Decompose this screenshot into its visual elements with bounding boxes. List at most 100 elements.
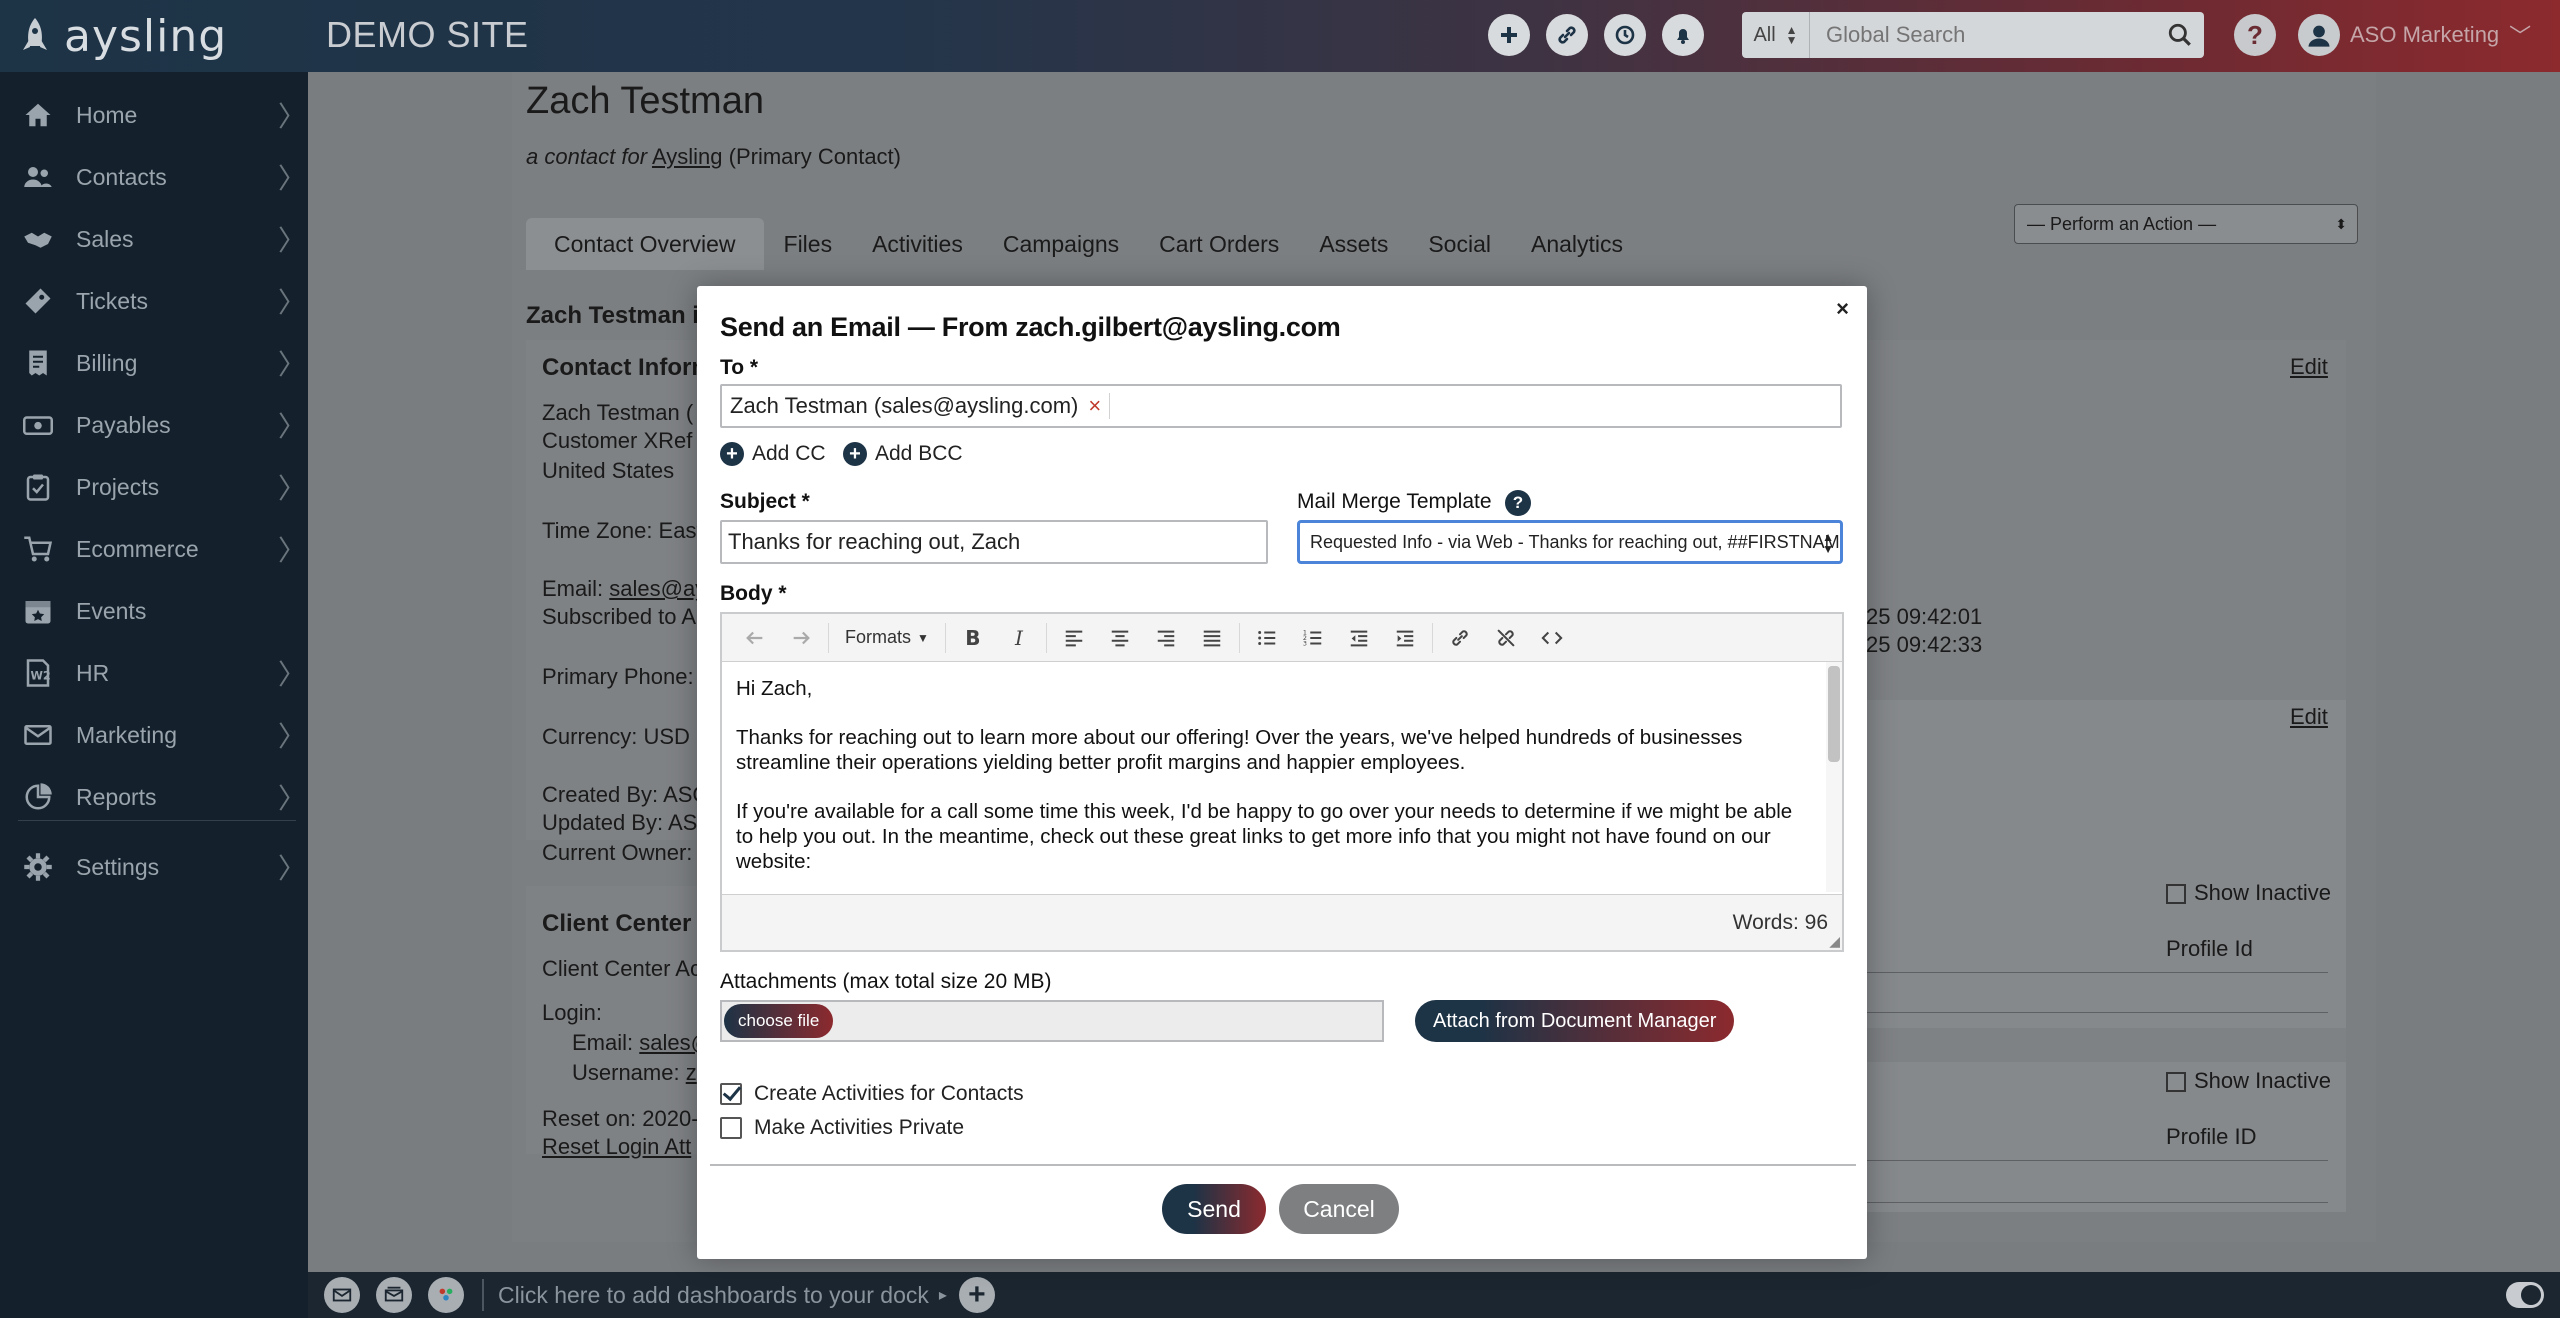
add-dashboard-link[interactable]: Click here to add dashboards to your doc… <box>498 1282 929 1309</box>
numbered-list-icon[interactable]: 123 <box>1290 618 1336 658</box>
email-link[interactable]: sales@ay <box>609 576 706 601</box>
add-bcc-button[interactable]: + Add BCC <box>843 442 963 466</box>
sidebar-item-hr[interactable]: W2 HR 〉 <box>0 644 308 702</box>
client-center-access: Client Center Ac <box>542 956 701 981</box>
palette-icon[interactable] <box>428 1277 464 1313</box>
resize-handle-icon[interactable]: ◢ <box>1829 933 1840 950</box>
sidebar-item-home[interactable]: Home 〉 <box>0 86 308 144</box>
create-activities-checkbox[interactable] <box>720 1083 742 1105</box>
bold-icon[interactable]: B <box>950 618 996 658</box>
sidebar-item-settings[interactable]: Settings 〉 <box>0 838 308 896</box>
search-scope-select[interactable]: All ▲ ▼ <box>1742 12 1810 58</box>
remove-recipient-icon[interactable]: × <box>1088 393 1101 419</box>
chevron-right-icon: 〉 <box>278 162 307 195</box>
help-icon[interactable]: ? <box>2234 14 2276 56</box>
unlink-icon[interactable] <box>1483 618 1529 658</box>
help-icon[interactable]: ? <box>1505 490 1531 516</box>
tab-analytics[interactable]: Analytics <box>1511 218 1643 270</box>
sidebar-item-reports[interactable]: Reports 〉 <box>0 768 308 826</box>
sidebar-item-label: Settings <box>76 853 160 880</box>
sidebar-item-label: Sales <box>76 225 134 252</box>
sidebar-item-billing[interactable]: Billing 〉 <box>0 334 308 392</box>
tab-campaigns[interactable]: Campaigns <box>983 218 1139 270</box>
sidebar-item-events[interactable]: Events <box>0 582 308 640</box>
plus-circle-icon: + <box>843 442 867 466</box>
subject-label: Subject * <box>720 490 810 513</box>
tab-assets[interactable]: Assets <box>1299 218 1408 270</box>
show-inactive-label: Show Inactive <box>2194 880 2331 905</box>
tab-cart-orders[interactable]: Cart Orders <box>1139 218 1299 270</box>
sidebar-item-ecommerce[interactable]: Ecommerce 〉 <box>0 520 308 578</box>
add-dashboard-icon[interactable]: + <box>958 1277 995 1313</box>
checkbox[interactable] <box>2166 1072 2186 1093</box>
formats-dropdown[interactable]: Formats ▼ <box>833 618 941 658</box>
close-icon[interactable]: × <box>1836 296 1849 322</box>
show-inactive-toggle[interactable]: Show Inactive <box>2166 1068 2331 1094</box>
tab-activities[interactable]: Activities <box>852 218 983 270</box>
align-center-icon[interactable] <box>1097 618 1143 658</box>
edit-link[interactable]: Edit <box>2290 704 2328 730</box>
tab-files[interactable]: Files <box>764 218 853 270</box>
company-link[interactable]: Aysling <box>652 144 723 169</box>
source-code-icon[interactable] <box>1529 618 1575 658</box>
outdent-icon[interactable] <box>1336 618 1382 658</box>
sidebar-item-projects[interactable]: Projects 〉 <box>0 458 308 516</box>
bullet-list-icon[interactable] <box>1244 618 1290 658</box>
calendar-icon <box>22 595 54 627</box>
edit-link[interactable]: Edit <box>2290 354 2328 380</box>
sidebar-item-marketing[interactable]: Marketing 〉 <box>0 706 308 764</box>
mail-merge-template-select[interactable]: Requested Info - via Web - Thanks for re… <box>1297 520 1843 564</box>
private-activities-option[interactable]: Make Activities Private <box>720 1116 964 1140</box>
undo-icon[interactable] <box>732 618 778 658</box>
tab-social[interactable]: Social <box>1408 218 1511 270</box>
brand-logo[interactable]: aysling <box>20 11 227 62</box>
link-icon[interactable] <box>1437 618 1483 658</box>
money-icon <box>22 409 54 441</box>
redo-icon[interactable] <box>778 618 824 658</box>
updown-arrow-icon: ▲ ▼ <box>1785 23 1798 47</box>
envelope-icon[interactable] <box>324 1277 360 1313</box>
sidebar-item-contacts[interactable]: Contacts 〉 <box>0 148 308 206</box>
show-inactive-toggle[interactable]: Show Inactive <box>2166 880 2331 906</box>
sidebar-item-tickets[interactable]: Tickets 〉 <box>0 272 308 330</box>
tab-contact-overview[interactable]: Contact Overview <box>526 218 764 270</box>
attach-from-document-manager-button[interactable]: Attach from Document Manager <box>1415 1000 1735 1042</box>
chevron-right-icon: 〉 <box>278 720 307 753</box>
user-menu[interactable]: ASO Marketing ﹀ <box>2298 14 2531 56</box>
sidebar-item-payables[interactable]: Payables 〉 <box>0 396 308 454</box>
dock-toggle[interactable] <box>2506 1282 2544 1308</box>
cancel-button[interactable]: Cancel <box>1279 1184 1399 1234</box>
indent-icon[interactable] <box>1382 618 1428 658</box>
italic-icon[interactable]: I <box>996 618 1042 658</box>
email-body-editor[interactable]: Hi Zach, Thanks for reaching out to lear… <box>722 662 1842 892</box>
to-recipients-field[interactable]: Zach Testman (sales@aysling.com) × <box>720 384 1842 428</box>
email-label: Email: <box>542 576 604 601</box>
align-left-icon[interactable] <box>1051 618 1097 658</box>
file-input[interactable]: choose file <box>720 1000 1384 1042</box>
add-cc-button[interactable]: + Add CC <box>720 442 826 466</box>
send-button[interactable]: Send <box>1162 1184 1266 1234</box>
mail-stack-icon[interactable] <box>376 1277 412 1313</box>
dock-divider <box>482 1279 484 1311</box>
create-activities-option[interactable]: Create Activities for Contacts <box>720 1082 1024 1106</box>
link-icon[interactable] <box>1546 14 1588 56</box>
checkbox[interactable] <box>2166 884 2186 905</box>
bell-icon[interactable] <box>1662 14 1704 56</box>
subject-input[interactable]: Thanks for reaching out, Zach <box>720 520 1268 564</box>
global-search-input[interactable] <box>1810 12 2156 58</box>
editor-scrollbar-thumb[interactable] <box>1828 666 1840 762</box>
align-justify-icon[interactable] <box>1189 618 1235 658</box>
private-activities-checkbox[interactable] <box>720 1117 742 1139</box>
align-right-icon[interactable] <box>1143 618 1189 658</box>
sidebar-item-sales[interactable]: Sales 〉 <box>0 210 308 268</box>
search-icon[interactable] <box>2156 12 2204 58</box>
reset-login-link[interactable]: Reset Login Att <box>542 1134 691 1160</box>
perform-action-select[interactable]: — Perform an Action — ⬍ <box>2014 204 2358 244</box>
add-icon[interactable] <box>1488 14 1530 56</box>
body-paragraph: Thanks for reaching out to learn more ab… <box>736 726 1743 774</box>
chevron-right-icon: 〉 <box>278 852 307 885</box>
login-label: Login: <box>542 1000 602 1025</box>
history-icon[interactable] <box>1604 14 1646 56</box>
choose-file-button[interactable]: choose file <box>724 1004 834 1038</box>
login-username-link[interactable]: z <box>686 1060 697 1085</box>
